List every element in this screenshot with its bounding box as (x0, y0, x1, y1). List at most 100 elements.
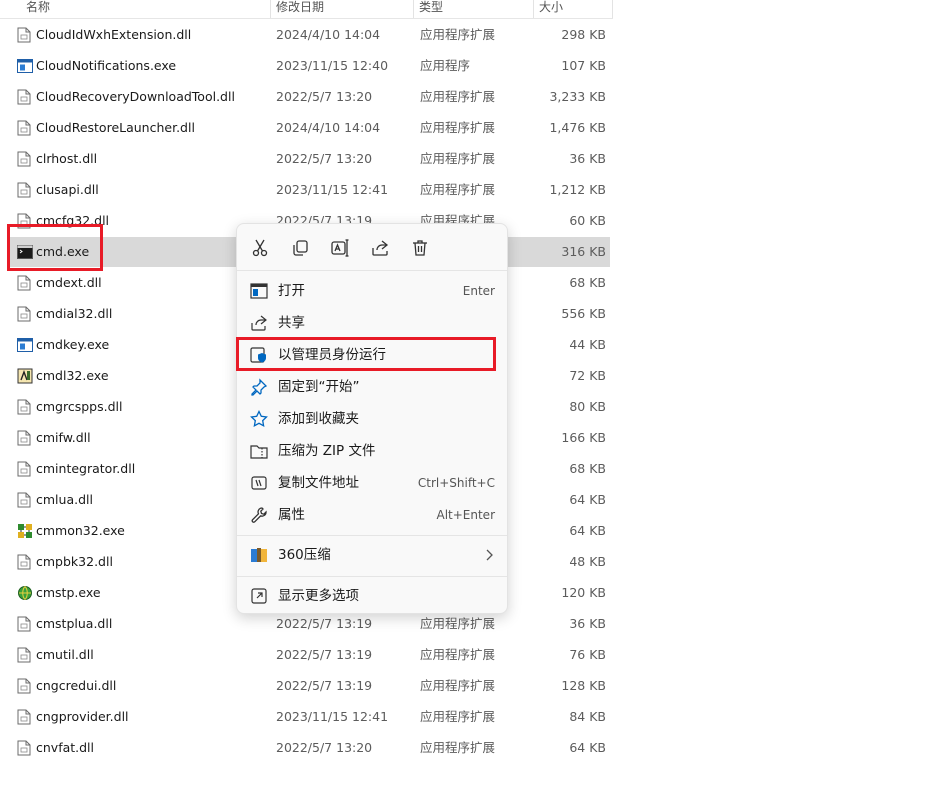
file-date: 2024/4/10 14:04 (276, 120, 381, 135)
file-row[interactable]: cngcredui.dll 2022/5/7 13:19 应用程序扩展 128 KB (8, 671, 610, 701)
file-name: CloudRestoreLauncher.dll (36, 120, 195, 135)
file-size: 68 KB (569, 275, 606, 290)
delete-button[interactable] (406, 234, 434, 262)
properties-wrench-icon (251, 507, 267, 523)
file-name: clrhost.dll (36, 151, 98, 166)
dll-file-icon (17, 275, 31, 291)
file-size: 107 KB (561, 58, 606, 73)
share-icon (251, 315, 267, 331)
dll-file-icon (17, 678, 31, 694)
file-name: cmmon32.exe (36, 523, 125, 538)
more-options-icon (251, 588, 267, 604)
dll-file-icon (17, 151, 31, 167)
menu-copy-path[interactable]: 复制文件地址 Ctrl+Shift+C (241, 467, 503, 499)
menu-show-more-options[interactable]: 显示更多选项 (241, 580, 503, 612)
menu-favorites-label: 添加到收藏夹 (278, 411, 359, 427)
menu-copy-path-label: 复制文件地址 (278, 475, 359, 491)
menu-zip-label: 压缩为 ZIP 文件 (278, 443, 376, 459)
file-date: 2023/11/15 12:41 (276, 709, 389, 724)
column-date[interactable]: 修改日期 (270, 0, 413, 18)
cut-button[interactable] (246, 234, 274, 262)
file-row[interactable]: CloudNotifications.exe 2023/11/15 12:40 应用… (8, 51, 610, 81)
highlight-cmd-file (7, 224, 103, 271)
file-size: 60 KB (569, 213, 606, 228)
share-quick-button[interactable] (366, 234, 394, 262)
file-size: 48 KB (569, 554, 606, 569)
dll-file-icon (17, 461, 31, 477)
file-size: 1,476 KB (549, 120, 606, 135)
column-name[interactable]: 名称 (20, 0, 270, 18)
file-row[interactable]: CloudIdWxhExtension.dll 2024/4/10 14:04 应用… (8, 20, 610, 50)
menu-share[interactable]: 共享 (241, 307, 503, 339)
file-date: 2024/4/10 14:04 (276, 27, 381, 42)
column-type[interactable]: 类型 (413, 0, 533, 18)
file-size: 68 KB (569, 461, 606, 476)
file-date: 2022/5/7 13:20 (276, 740, 373, 755)
file-name: cmstp.exe (36, 585, 101, 600)
dll-file-icon (17, 182, 31, 198)
file-name: CloudRecoveryDownloadTool.dll (36, 89, 235, 104)
exe-window-icon (17, 337, 33, 353)
file-row[interactable]: cngprovider.dll 2023/11/15 12:41 应用程序扩展 84 … (8, 702, 610, 732)
menu-360-compress[interactable]: 360压缩 (241, 539, 503, 571)
file-name: cmstplua.dll (36, 616, 113, 631)
file-date: 2023/11/15 12:41 (276, 182, 389, 197)
menu-properties-label: 属性 (278, 507, 305, 523)
exe-window-icon (17, 58, 33, 74)
dll-file-icon (17, 430, 31, 446)
menu-share-label: 共享 (278, 315, 305, 331)
file-type: 应用程序扩展 (420, 647, 496, 662)
file-row[interactable]: CloudRecoveryDownloadTool.dll 2022/5/7 13… (8, 82, 610, 112)
file-row[interactable]: cnvfat.dll 2022/5/7 13:20 应用程序扩展 64 KB (8, 733, 610, 763)
share-icon (372, 240, 389, 256)
network-app-icon (17, 523, 32, 539)
file-date: 2022/5/7 13:19 (276, 647, 373, 662)
menu-open[interactable]: 打开 Enter (241, 275, 503, 307)
file-name: cngcredui.dll (36, 678, 117, 693)
file-size: 316 KB (561, 244, 606, 259)
rename-icon (331, 239, 349, 257)
menu-pin-to-start[interactable]: 固定到“开始” (241, 371, 503, 403)
menu-properties[interactable]: 属性 Alt+Enter (241, 499, 503, 531)
file-name: CloudIdWxhExtension.dll (36, 27, 192, 42)
dll-file-icon (17, 647, 31, 663)
rename-button[interactable] (326, 234, 354, 262)
file-type: 应用程序 (420, 58, 471, 73)
file-row[interactable]: clusapi.dll 2023/11/15 12:41 应用程序扩展 1,212 K… (8, 175, 610, 205)
menu-compress-zip[interactable]: 压缩为 ZIP 文件 (241, 435, 503, 467)
column-divider[interactable] (612, 0, 613, 18)
file-date: 2023/11/15 12:40 (276, 58, 389, 73)
column-size[interactable]: 大小 (533, 0, 613, 18)
file-size: 64 KB (569, 492, 606, 507)
file-type: 应用程序扩展 (420, 151, 496, 166)
file-size: 80 KB (569, 399, 606, 414)
menu-360-label: 360压缩 (278, 547, 331, 563)
file-row[interactable]: cmutil.dll 2022/5/7 13:19 应用程序扩展 76 KB (8, 640, 610, 670)
file-name: cmutil.dll (36, 647, 94, 662)
file-row[interactable]: clrhost.dll 2022/5/7 13:20 应用程序扩展 36 KB (8, 144, 610, 174)
dll-file-icon (17, 709, 31, 725)
file-name: cmpbk32.dll (36, 554, 113, 569)
file-row[interactable]: CloudRestoreLauncher.dll 2024/4/10 14:04 应… (8, 113, 610, 143)
menu-more-label: 显示更多选项 (278, 588, 359, 604)
file-type: 应用程序扩展 (420, 709, 496, 724)
file-name: cmintegrator.dll (36, 461, 136, 476)
archive-360-icon (251, 548, 267, 562)
copy-button[interactable] (286, 234, 314, 262)
file-type: 应用程序扩展 (420, 89, 496, 104)
file-size: 76 KB (569, 647, 606, 662)
file-type: 应用程序扩展 (420, 182, 496, 197)
dll-file-icon (17, 399, 31, 415)
file-name: cmdl32.exe (36, 368, 109, 383)
cut-icon (252, 239, 268, 257)
file-name: cngprovider.dll (36, 709, 129, 724)
file-type: 应用程序扩展 (420, 678, 496, 693)
file-type: 应用程序扩展 (420, 120, 496, 135)
zip-folder-icon (250, 445, 268, 459)
file-name: cmlua.dll (36, 492, 93, 507)
menu-add-favorites[interactable]: 添加到收藏夹 (241, 403, 503, 435)
file-size: 298 KB (561, 27, 606, 42)
file-name: clusapi.dll (36, 182, 99, 197)
menu-properties-shortcut: Alt+Enter (436, 508, 495, 522)
star-icon (250, 410, 268, 428)
